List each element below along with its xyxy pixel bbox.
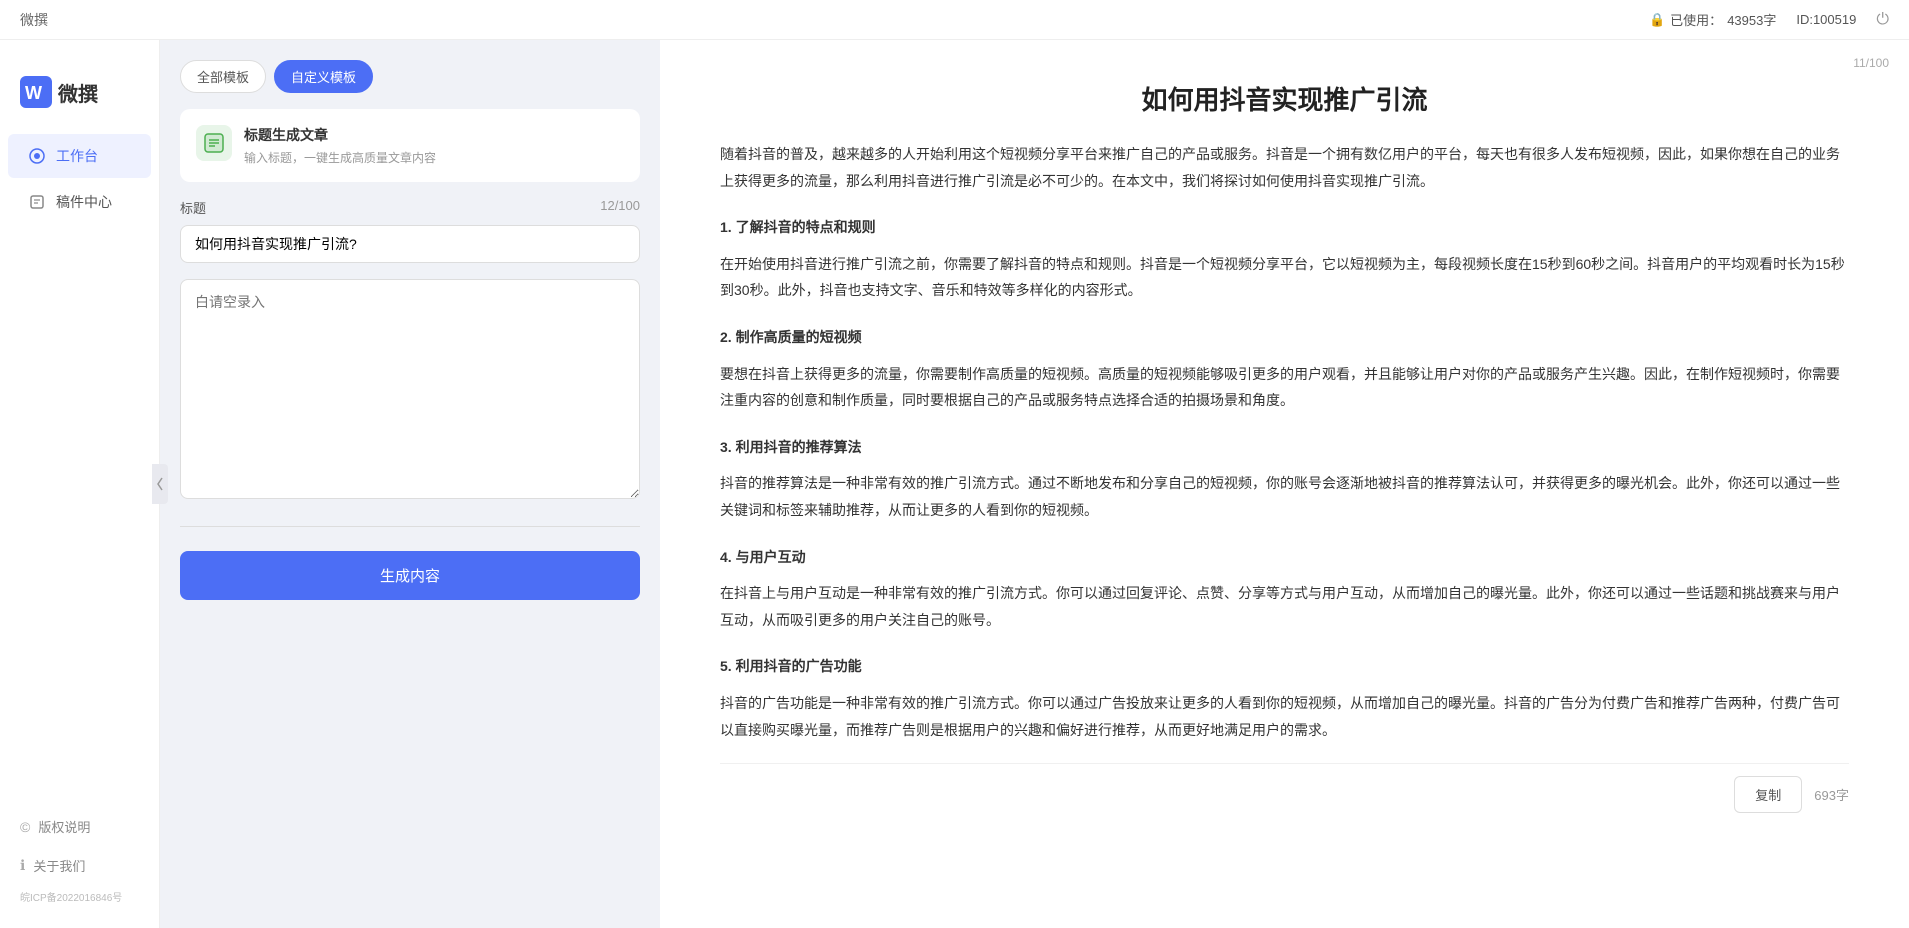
template-tabs: 全部模板 自定义模板 [180,60,640,93]
sidebar-item-drafts-label: 稿件中心 [56,192,112,212]
power-icon[interactable]: ⏻ [1876,11,1889,29]
icp-text: 皖ICP备2022016846号 [8,885,151,908]
title-input[interactable] [180,225,640,263]
sidebar-item-workbench[interactable]: 工作台 [8,134,151,178]
sidebar-nav: 工作台 稿件中心 [0,134,159,224]
content-title: 如何用抖音实现推广引流 [720,80,1849,117]
copyright-icon: © [20,819,30,835]
heading-4: 4. 与用户互动 [720,544,1849,571]
topbar-right: 🔒 已使用： 43953字 ID:100519 ⏻ [1649,10,1889,29]
usage-info: 🔒 已使用： 43953字 [1649,10,1776,29]
copyright-label: 版权说明 [38,817,90,836]
sidebar-footer-about[interactable]: ℹ 关于我们 [8,846,151,885]
template-card-desc: 输入标题，一键生成高质量文章内容 [244,149,436,166]
logo-icon: W [20,76,52,108]
id-info: ID:100519 [1796,12,1856,27]
form-divider [180,526,640,527]
title-form-label: 标题 12/100 [180,198,640,217]
paragraph-3: 抖音的推荐算法是一种非常有效的推广引流方式。通过不断地发布和分享自己的短视频，你… [720,470,1849,523]
tab-custom-templates[interactable]: 自定义模板 [274,60,373,93]
document-icon: 🔒 [1649,12,1665,28]
heading-2: 2. 制作高质量的短视频 [720,324,1849,351]
content-body: 随着抖音的普及，越来越多的人开始利用这个短视频分享平台来推广自己的产品或服务。抖… [720,141,1849,743]
logo-text: 微撰 [58,78,98,107]
title-label-text: 标题 [180,198,206,217]
template-card-icon [196,125,232,161]
about-label: 关于我们 [33,856,85,875]
word-count: 693字 [1814,785,1849,804]
sidebar-item-drafts[interactable]: 稿件中心 [8,180,151,224]
app-wrapper: 微撰 🔒 已使用： 43953字 ID:100519 ⏻ W 微撰 [0,0,1909,928]
template-card-title-text: 标题生成文章 [244,125,436,145]
main-area: W 微撰 工作台 稿件中心 [0,40,1909,928]
top-bar: 微撰 🔒 已使用： 43953字 ID:100519 ⏻ [0,0,1909,40]
template-card-title-article[interactable]: 标题生成文章 输入标题，一键生成高质量文章内容 [180,109,640,182]
form-section: 标题 12/100 [180,198,640,502]
content-panel: 11/100 如何用抖音实现推广引流 随着抖音的普及，越来越多的人开始利用这个短… [660,40,1909,928]
paragraph-5: 抖音的广告功能是一种非常有效的推广引流方式。你可以通过广告投放来让更多的人看到你… [720,690,1849,743]
usage-count: 43953字 [1727,10,1776,29]
template-card-info: 标题生成文章 输入标题，一键生成高质量文章内容 [244,125,436,166]
paragraph-1: 在开始使用抖音进行推广引流之前，你需要了解抖音的特点和规则。抖音是一个短视频分享… [720,251,1849,304]
usage-label: 已使用： [1670,10,1722,29]
workbench-icon [28,147,46,165]
about-icon: ℹ [20,857,25,874]
center-panel: 全部模板 自定义模板 标题生成文章 输入标题，一键生成高质量文章内容 标题 12… [160,40,660,928]
page-count: 11/100 [1853,56,1889,70]
sidebar-item-workbench-label: 工作台 [56,146,98,166]
title-char-count: 12/100 [600,198,640,217]
logo-area: W 微撰 [0,60,159,132]
paragraph-intro: 随着抖音的普及，越来越多的人开始利用这个短视频分享平台来推广自己的产品或服务。抖… [720,141,1849,194]
copy-button[interactable]: 复制 [1734,776,1802,813]
generate-button[interactable]: 生成内容 [180,551,640,600]
heading-3: 3. 利用抖音的推荐算法 [720,434,1849,461]
topbar-title: 微撰 [20,10,48,30]
heading-1: 1. 了解抖音的特点和规则 [720,214,1849,241]
paragraph-2: 要想在抖音上获得更多的流量，你需要制作高质量的短视频。高质量的短视频能够吸引更多… [720,361,1849,414]
content-textarea[interactable] [180,279,640,499]
content-footer: 复制 693字 [720,763,1849,817]
sidebar-footer-copyright[interactable]: © 版权说明 [8,807,151,846]
paragraph-4: 在抖音上与用户互动是一种非常有效的推广引流方式。你可以通过回复评论、点赞、分享等… [720,580,1849,633]
heading-5: 5. 利用抖音的广告功能 [720,653,1849,680]
collapse-handle[interactable] [152,464,168,504]
drafts-icon [28,193,46,211]
sidebar-bottom: © 版权说明 ℹ 关于我们 皖ICP备2022016846号 [0,807,159,908]
sidebar: W 微撰 工作台 稿件中心 [0,40,160,928]
svg-text:W: W [25,83,42,103]
tab-all-templates[interactable]: 全部模板 [180,60,266,93]
